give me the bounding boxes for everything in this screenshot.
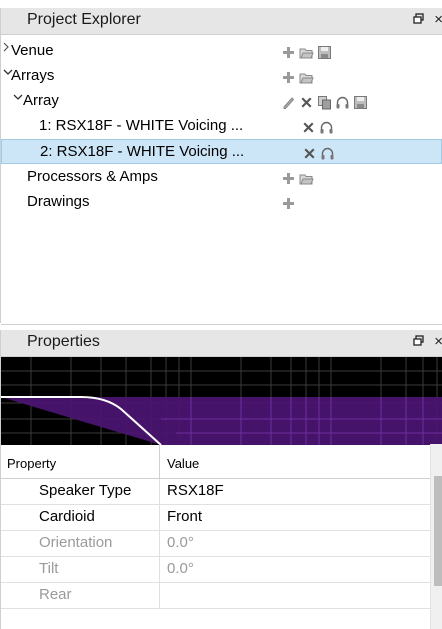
pin-icon[interactable] <box>413 13 425 28</box>
tree-item-label: Arrays <box>11 67 55 84</box>
column-divider <box>159 557 160 582</box>
tree-item-label: 2: RSX18F - WHITE Voicing ... <box>40 143 245 160</box>
headphones-icon[interactable] <box>319 120 334 135</box>
column-divider <box>159 479 160 504</box>
column-divider <box>159 505 160 530</box>
tree-item-actions <box>281 43 332 61</box>
pin-icon[interactable] <box>413 335 425 350</box>
add-icon[interactable] <box>281 196 296 211</box>
tree-item-actions <box>281 68 314 86</box>
properties-title: Properties <box>27 333 100 350</box>
tree-item-label: 1: RSX18F - WHITE Voicing ... <box>39 117 244 134</box>
tree-item-actions <box>302 144 335 162</box>
tree-item[interactable]: Arrays <box>1 64 442 89</box>
properties-rows: Speaker Type RSX18F Cardioid Front Orientati… <box>1 479 431 609</box>
property-value[interactable]: 0.0° <box>167 534 194 551</box>
project-explorer-title: Project Explorer <box>27 11 141 28</box>
column-header-property[interactable]: Property <box>7 456 56 471</box>
open-folder-icon[interactable] <box>299 70 314 85</box>
add-icon[interactable] <box>281 45 296 60</box>
property-name: Orientation <box>39 534 113 551</box>
property-row[interactable]: Cardioid Front <box>1 505 431 531</box>
open-folder-icon[interactable] <box>299 171 314 186</box>
tree-item-label: Venue <box>11 42 54 59</box>
property-value[interactable]: 0.0° <box>167 560 194 577</box>
add-icon[interactable] <box>281 70 296 85</box>
properties-scrollbar-thumb[interactable] <box>434 476 442 586</box>
add-icon[interactable] <box>281 171 296 186</box>
tree-item-actions <box>301 118 334 136</box>
save-icon[interactable] <box>353 95 368 110</box>
project-tree: Venue Arrays Array 1: RSX18F - WHITE Voicin… <box>1 35 442 325</box>
save-icon[interactable] <box>317 45 332 60</box>
column-divider <box>159 444 160 478</box>
property-name: Cardioid <box>39 508 95 525</box>
delete-icon[interactable] <box>299 95 314 110</box>
tree-item[interactable]: Array <box>1 89 442 114</box>
headphones-icon[interactable] <box>335 95 350 110</box>
property-row[interactable]: Tilt 0.0° <box>1 557 431 583</box>
edit-icon[interactable] <box>281 95 296 110</box>
tree-item-actions <box>281 93 368 111</box>
properties-panel: Properties × Property Value Speaker Type… <box>0 330 442 629</box>
property-row[interactable]: Rear <box>1 583 431 609</box>
tree-item-actions <box>281 169 314 187</box>
property-value[interactable]: Front <box>167 508 202 525</box>
project-explorer-titlebar: Project Explorer × <box>1 8 442 35</box>
response-curve-svg <box>1 357 442 445</box>
headphones-icon[interactable] <box>320 146 335 161</box>
tree-item[interactable]: Processors & Amps <box>1 165 442 190</box>
column-header-value[interactable]: Value <box>167 456 199 471</box>
properties-table-header: Property Value <box>1 444 431 479</box>
open-folder-icon[interactable] <box>299 45 314 60</box>
close-icon[interactable]: × <box>434 333 442 350</box>
project-explorer-panel: Project Explorer × Venue Arrays Array 1: RS… <box>0 8 442 325</box>
column-divider <box>159 531 160 556</box>
tree-item[interactable]: 2: RSX18F - WHITE Voicing ... <box>1 139 442 164</box>
property-name: Tilt <box>39 560 59 577</box>
tree-item-actions <box>281 194 296 212</box>
tree-item-label: Processors & Amps <box>27 168 158 185</box>
tree-item-label: Drawings <box>27 193 90 210</box>
delete-icon[interactable] <box>302 146 317 161</box>
tree-item-label: Array <box>23 92 59 109</box>
tree-item[interactable]: Drawings <box>1 190 442 215</box>
property-row[interactable]: Speaker Type RSX18F <box>1 479 431 505</box>
delete-icon[interactable] <box>301 120 316 135</box>
property-name: Speaker Type <box>39 482 132 499</box>
chevron-right-icon[interactable] <box>2 40 11 58</box>
tree-item[interactable]: Venue <box>1 39 442 64</box>
tree-item[interactable]: 1: RSX18F - WHITE Voicing ... <box>1 114 442 139</box>
property-value[interactable]: RSX18F <box>167 482 224 499</box>
property-name: Rear <box>39 586 72 603</box>
close-icon[interactable]: × <box>434 11 442 28</box>
properties-table: Property Value Speaker Type RSX18F Cardioi… <box>1 444 431 609</box>
property-row[interactable]: Orientation 0.0° <box>1 531 431 557</box>
frequency-response-graph <box>1 357 442 445</box>
copy-icon[interactable] <box>317 95 332 110</box>
column-divider <box>159 583 160 608</box>
properties-titlebar: Properties × <box>1 330 442 357</box>
